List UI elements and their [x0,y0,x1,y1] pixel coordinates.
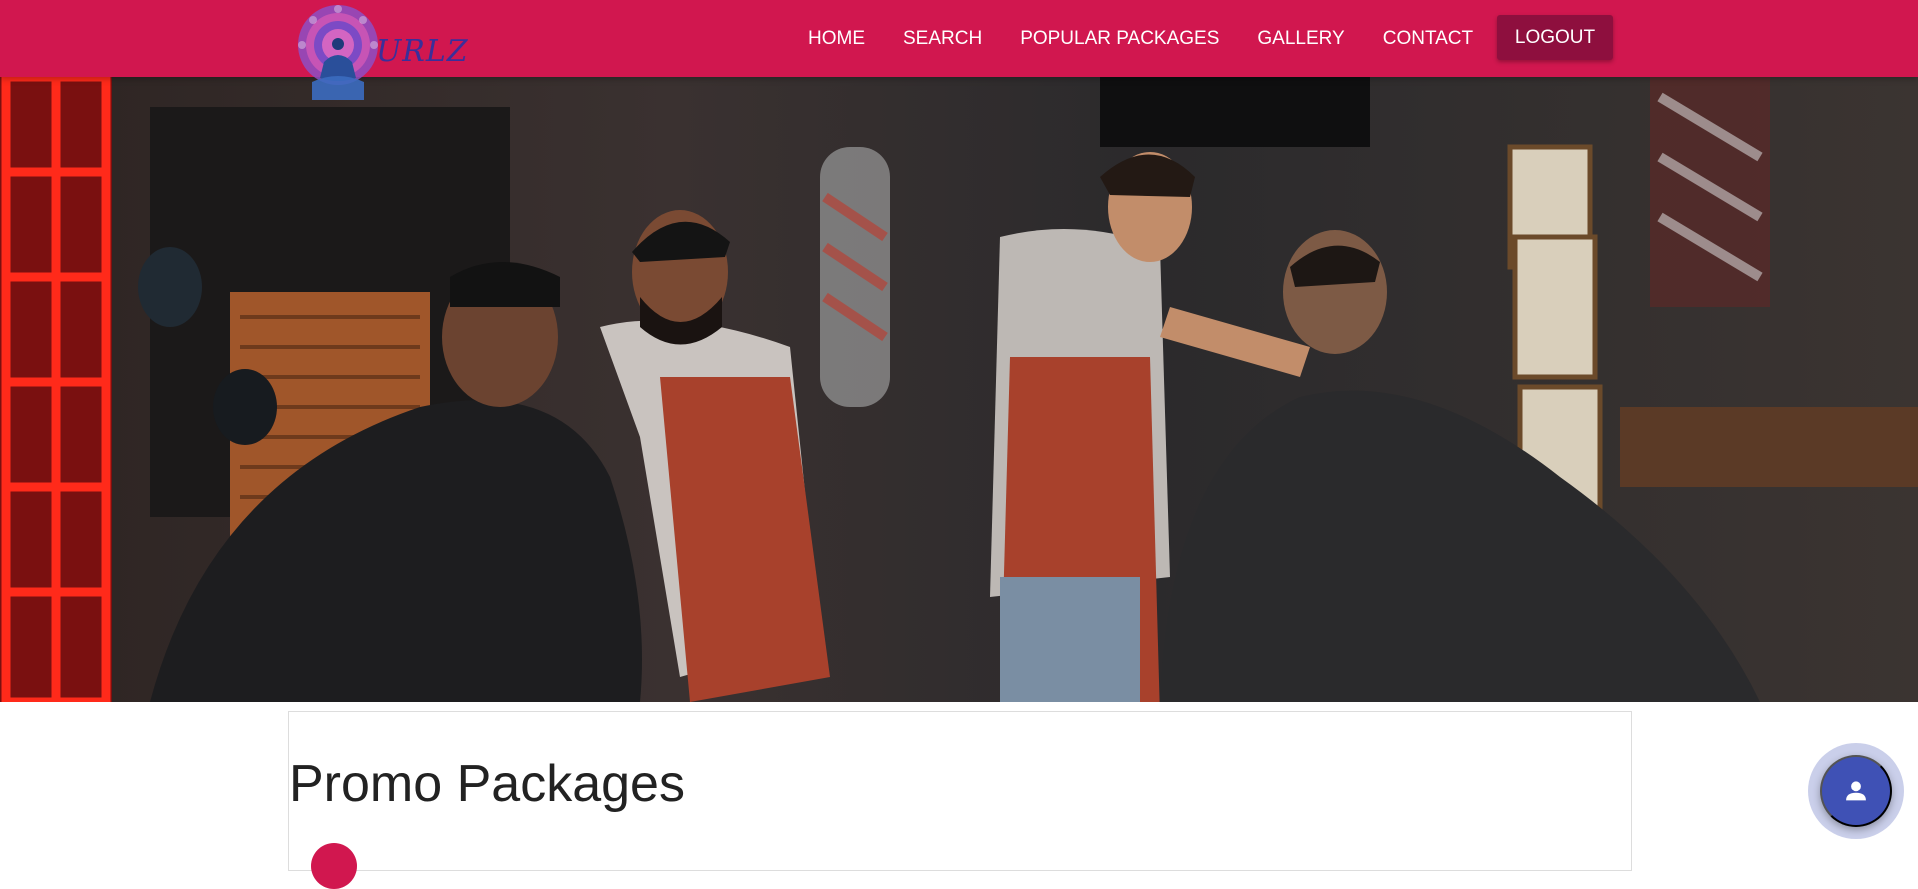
barbershop-photo [0,77,1918,702]
top-navbar: URLZ HOME SEARCH POPULAR PACKAGES GALLER… [0,0,1918,100]
nav-gallery[interactable]: GALLERY [1257,28,1344,50]
nav-home[interactable]: HOME [808,28,865,50]
hero-banner-image [0,77,1918,702]
profile-fab-button[interactable] [1820,755,1892,827]
nav-popular-packages[interactable]: POPULAR PACKAGES [1020,28,1219,50]
mandala-logo-icon [298,5,378,100]
logo-text: URLZ [376,34,469,69]
section-title: Promo Packages [289,755,685,813]
main-nav: HOME SEARCH POPULAR PACKAGES GALLERY CON… [808,0,1511,77]
brand-logo[interactable]: URLZ [294,0,474,100]
nav-contact[interactable]: CONTACT [1383,28,1473,50]
promo-packages-section: Promo Packages [288,711,1632,889]
logout-button[interactable]: LOGOUT [1497,15,1613,60]
person-icon [1846,781,1866,801]
nav-search[interactable]: SEARCH [903,28,982,50]
